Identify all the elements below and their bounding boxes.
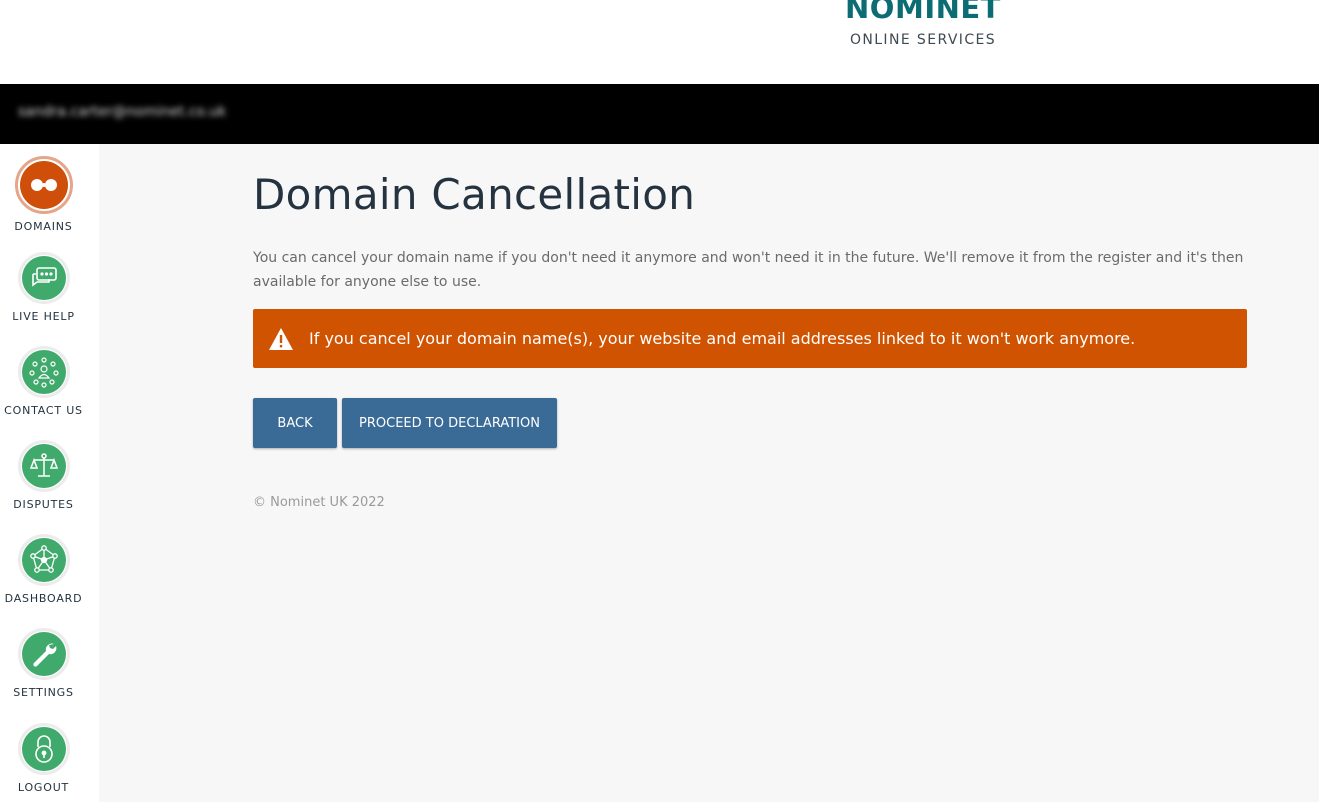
- sidebar-item-dashboard[interactable]: DASHBOARD: [0, 534, 87, 605]
- logo-main-text: NOMINET: [845, 0, 1001, 25]
- intro-text: You can cancel your domain name if you d…: [253, 250, 1244, 290]
- contact-icon: [17, 346, 70, 398]
- sidebar-item-settings[interactable]: SETTINGS: [0, 628, 87, 699]
- sidebar-item-label: DASHBOARD: [4, 592, 83, 605]
- wrench-icon: [17, 628, 70, 680]
- sidebar-item-label: LIVE HELP: [12, 310, 75, 323]
- warning-text: If you cancel your domain name(s), your …: [309, 329, 1136, 348]
- sidebar-item-label: DISPUTES: [13, 498, 74, 511]
- sidebar-item-live-help[interactable]: LIVE HELP: [0, 252, 87, 323]
- sidebar-item-label: CONTACT US: [4, 404, 83, 417]
- warning-icon: [267, 325, 295, 353]
- sidebar-item-logout[interactable]: LOGOUT: [0, 723, 87, 794]
- back-button[interactable]: BACK: [253, 398, 337, 448]
- lock-icon: [17, 723, 70, 775]
- sidebar: DOMAINS LIVE HELP CONTACT US DISPUTES DA…: [0, 144, 99, 802]
- sidebar-item-domains[interactable]: DOMAINS: [0, 156, 87, 233]
- sidebar-item-label: LOGOUT: [17, 781, 70, 794]
- scales-icon: [17, 440, 70, 492]
- top-bar: sandra.carter@nominet.co.uk: [0, 84, 1319, 144]
- proceed-to-declaration-button[interactable]: PROCEED TO DECLARATION: [342, 398, 557, 448]
- domains-icon: [14, 156, 73, 214]
- page-title: Domain Cancellation: [253, 170, 696, 219]
- warning-alert: If you cancel your domain name(s), your …: [253, 309, 1247, 368]
- sidebar-item-label: DOMAINS: [14, 220, 73, 233]
- user-email: sandra.carter@nominet.co.uk: [18, 104, 227, 120]
- main-content: Domain Cancellation You can cancel your …: [99, 144, 1319, 802]
- sidebar-item-label: SETTINGS: [13, 686, 74, 699]
- sidebar-item-disputes[interactable]: DISPUTES: [0, 440, 87, 511]
- header: NOMINET ONLINE SERVICES: [0, 0, 1319, 84]
- logo-sub-text: ONLINE SERVICES: [849, 32, 997, 48]
- nominet-logo[interactable]: NOMINET ONLINE SERVICES: [823, 0, 1023, 48]
- sidebar-item-contact-us[interactable]: CONTACT US: [0, 346, 87, 417]
- chat-icon: [17, 252, 70, 304]
- network-icon: [17, 534, 70, 586]
- copyright-footer: © Nominet UK 2022: [253, 495, 385, 510]
